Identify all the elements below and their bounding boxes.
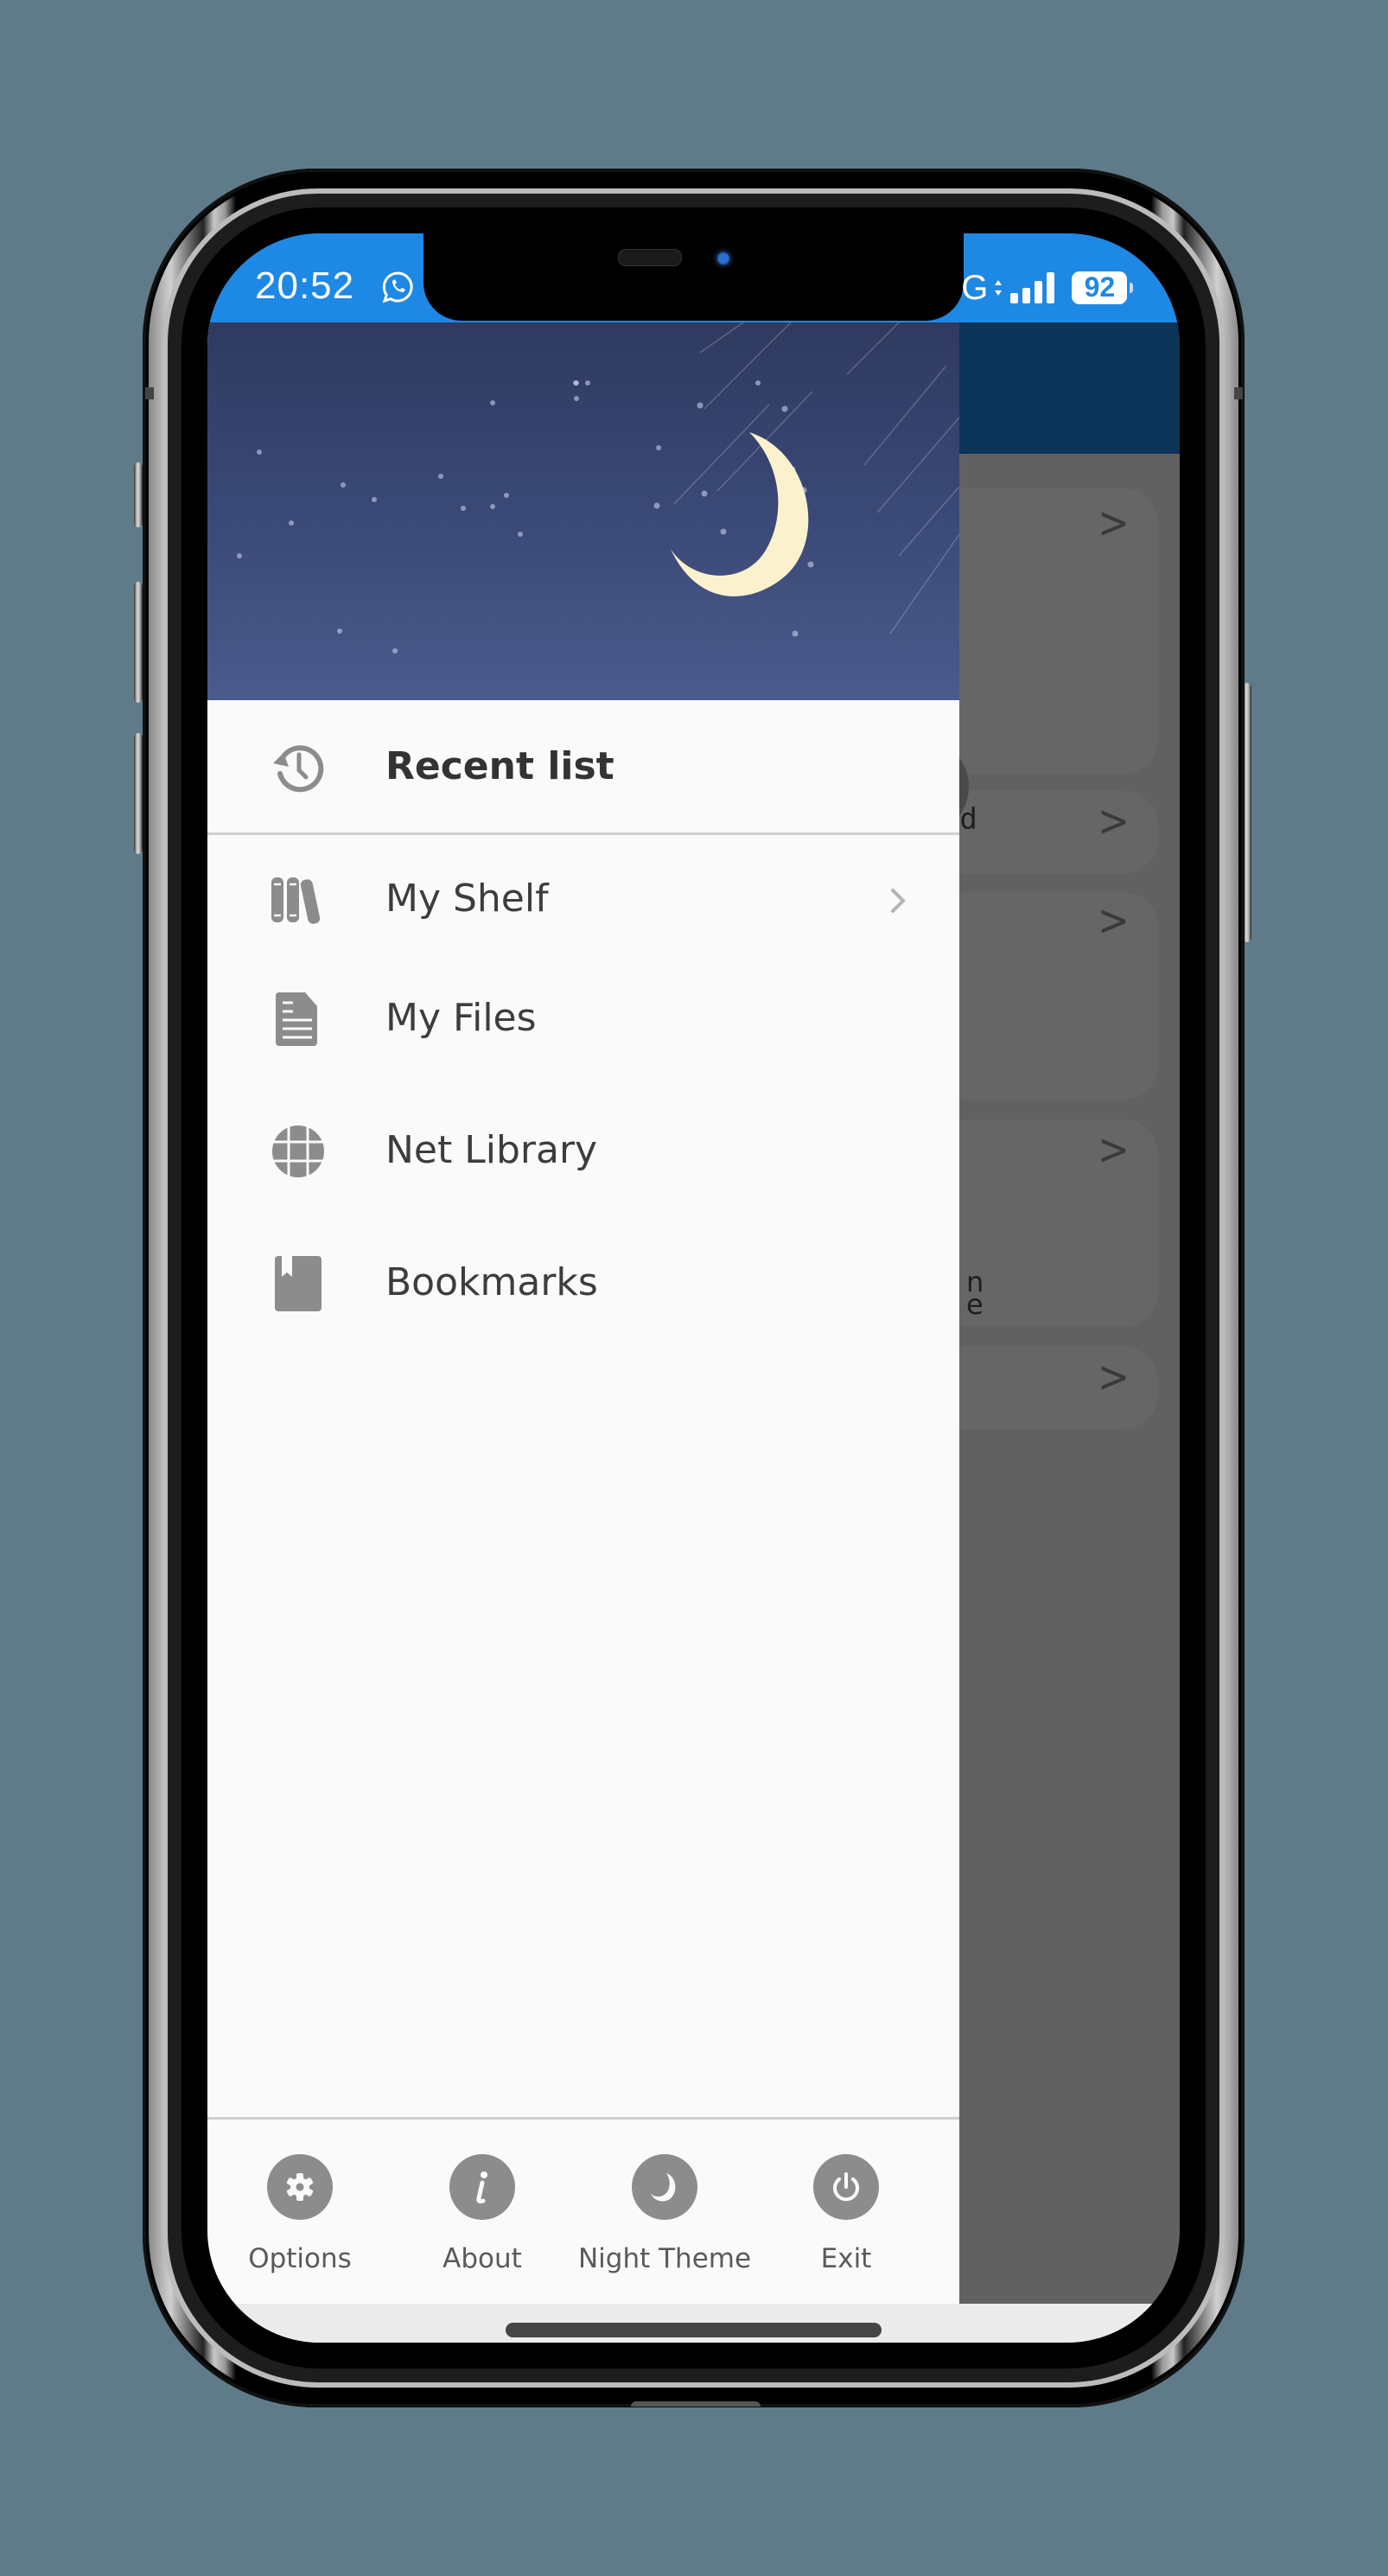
- drawer-item-label: My Files: [385, 996, 537, 1040]
- about-button[interactable]: About: [392, 2120, 573, 2301]
- exit-button[interactable]: Exit: [755, 2120, 937, 2301]
- chevron-right-icon: >: [1098, 498, 1130, 549]
- partial-text: e: [966, 1288, 984, 1321]
- antenna-band: [1234, 387, 1243, 399]
- chevron-right-icon: >: [1098, 896, 1130, 947]
- chevron-right-icon: >: [1098, 796, 1130, 847]
- front-camera: [713, 246, 734, 271]
- notch: [423, 233, 964, 321]
- globe-icon: [268, 1121, 328, 1182]
- screen: > > > sdcard > n e > 20:52 4G: [207, 233, 1180, 2343]
- moon-illustration: [671, 432, 809, 596]
- moon-icon: [632, 2154, 697, 2220]
- navigation-drawer: Recent list My Shelf My Files Net Librar…: [207, 322, 959, 2343]
- bookmark-icon: [268, 1253, 328, 1314]
- drawer-header-image: [207, 322, 959, 700]
- drawer-item-label: Bookmarks: [385, 1260, 598, 1304]
- status-time: 20:52: [255, 265, 355, 307]
- battery-icon: 92: [1072, 271, 1134, 304]
- drawer-item-bookmarks[interactable]: Bookmarks: [207, 1232, 959, 1361]
- drawer-item-my-files[interactable]: My Files: [207, 967, 959, 1097]
- drawer-item-my-shelf[interactable]: My Shelf: [207, 835, 959, 965]
- drawer-item-recent-list[interactable]: Recent list: [207, 703, 959, 832]
- whatsapp-icon: [382, 271, 413, 303]
- home-indicator[interactable]: [506, 2323, 882, 2337]
- drawer-item-label: Recent list: [385, 744, 614, 788]
- bottom-port: [631, 2401, 761, 2407]
- drawer-item-label: My Shelf: [385, 877, 549, 921]
- footer-label: About: [443, 2243, 522, 2274]
- battery-level: 92: [1084, 271, 1116, 303]
- volume-up-button: [134, 582, 143, 703]
- chevron-right-icon: >: [1098, 1125, 1130, 1176]
- power-icon: [813, 2154, 879, 2220]
- night-theme-button[interactable]: Night Theme: [574, 2120, 755, 2301]
- drawer-item-label: Net Library: [385, 1128, 598, 1172]
- status-indicators: 4G 92: [963, 268, 1134, 307]
- chevron-right-icon: [891, 889, 906, 913]
- chevron-right-icon: >: [1098, 1352, 1130, 1403]
- volume-down-button: [134, 733, 143, 854]
- footer-label: Exit: [820, 2243, 872, 2274]
- options-button[interactable]: Options: [209, 2120, 391, 2301]
- drawer-item-net-library[interactable]: Net Library: [207, 1100, 959, 1229]
- antenna-band: [145, 387, 154, 399]
- drawer-footer: Options About Night Theme Exit: [207, 2120, 959, 2301]
- status-bar: 20:52 4G 92: [207, 233, 1180, 322]
- document-icon: [268, 989, 328, 1049]
- gear-icon: [267, 2154, 333, 2220]
- data-transfer-icon: [995, 279, 1003, 296]
- info-icon: [449, 2154, 515, 2220]
- footer-label: Night Theme: [577, 2243, 752, 2274]
- bookshelf-icon: [268, 870, 328, 930]
- speaker-grille: [618, 249, 682, 266]
- history-icon: [268, 737, 328, 798]
- silent-switch: [134, 462, 143, 527]
- night-sky-illustration: [237, 322, 959, 654]
- signal-icon: [1010, 271, 1055, 303]
- footer-label: Options: [248, 2243, 352, 2274]
